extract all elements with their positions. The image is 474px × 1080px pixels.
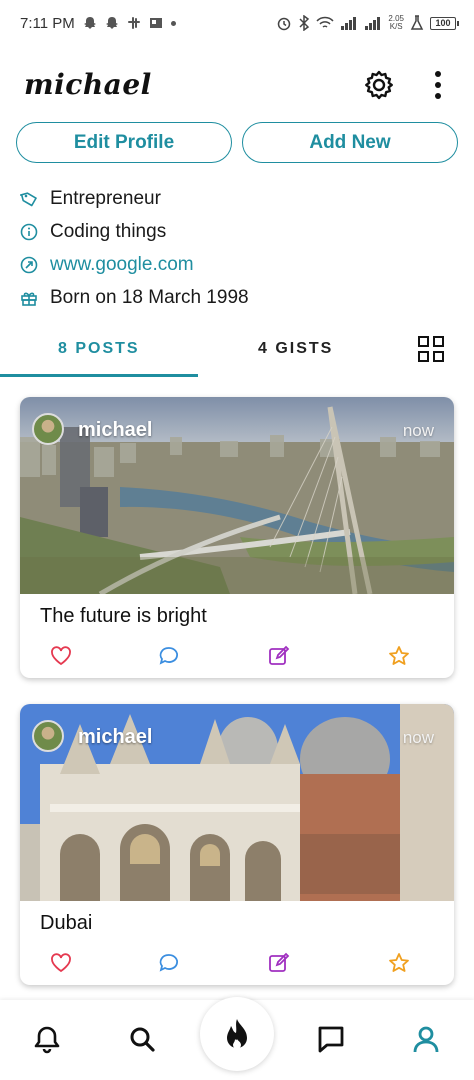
status-time: 7:11 PM — [20, 14, 75, 32]
post-actions — [20, 952, 454, 974]
status-bar: 7:11 PM 2.05 K/S 100 — [0, 0, 474, 46]
profile-icon[interactable] — [411, 1024, 441, 1054]
post-actions — [20, 645, 454, 667]
heart-icon[interactable] — [50, 952, 72, 974]
post-author[interactable]: michael — [78, 419, 152, 442]
signal-icon — [365, 17, 381, 30]
news-icon — [149, 18, 162, 28]
profile-header: michael — [0, 60, 474, 110]
edit-icon[interactable] — [268, 645, 290, 667]
flask-icon — [410, 15, 424, 30]
network-speed: 2.05 K/S — [388, 14, 404, 31]
post-time: now — [402, 728, 434, 747]
more-vert-icon[interactable] — [428, 68, 448, 102]
tag-icon — [20, 191, 37, 206]
star-icon[interactable] — [388, 645, 410, 667]
website-row[interactable]: www.google.com — [20, 248, 450, 281]
snapchat-icon — [105, 17, 118, 29]
search-icon[interactable] — [127, 1024, 157, 1054]
tab-gists[interactable]: 4 GISTS — [258, 340, 333, 358]
avatar[interactable] — [32, 413, 64, 445]
profile-username: michael — [24, 68, 152, 101]
battery-indicator: 100 — [430, 16, 459, 30]
profile-info: Entrepreneur Coding things www.google.co… — [20, 182, 450, 314]
heart-icon[interactable] — [50, 645, 72, 667]
link-icon — [20, 256, 38, 273]
alarm-icon — [278, 17, 291, 31]
gear-icon[interactable] — [362, 68, 396, 102]
status-dot — [170, 20, 176, 26]
avatar[interactable] — [32, 720, 64, 752]
grid-view-icon[interactable] — [418, 336, 444, 362]
bottom-navigation — [0, 997, 474, 1080]
comment-icon[interactable] — [158, 645, 180, 667]
tab-posts[interactable]: 8 POSTS — [58, 340, 140, 358]
post-caption: Dubai — [40, 912, 93, 934]
fire-icon — [227, 1019, 247, 1049]
post-image[interactable]: michael now — [20, 397, 454, 594]
post-time: now — [402, 421, 434, 440]
bio-row: Coding things — [20, 215, 450, 248]
post-author[interactable]: michael — [78, 726, 152, 749]
signal-icon — [341, 17, 357, 30]
bell-icon[interactable] — [32, 1024, 62, 1054]
post-card[interactable]: michael now Dubai — [20, 704, 454, 985]
content-tabs: 8 POSTS 4 GISTS — [0, 330, 474, 378]
star-icon[interactable] — [388, 952, 410, 974]
occupation-text: Entrepreneur — [50, 187, 161, 209]
birthday-row: Born on 18 March 1998 — [20, 281, 450, 314]
profile-actions: Edit Profile Add New — [16, 122, 458, 163]
post-image[interactable]: michael now — [20, 704, 454, 901]
wifi-icon — [316, 16, 334, 28]
active-tab-indicator — [0, 374, 198, 377]
edit-profile-button[interactable]: Edit Profile — [16, 122, 232, 163]
birthday-text: Born on 18 March 1998 — [50, 286, 249, 308]
slack-icon — [127, 17, 140, 29]
info-icon — [20, 223, 38, 240]
bio-text: Coding things — [50, 220, 167, 242]
add-new-button[interactable]: Add New — [242, 122, 458, 163]
post-caption: The future is bright — [40, 605, 207, 627]
post-card[interactable]: michael now The future is bright — [20, 397, 454, 678]
fire-button[interactable] — [200, 997, 274, 1071]
edit-icon[interactable] — [268, 952, 290, 974]
website-link[interactable]: www.google.com — [50, 254, 194, 276]
chat-icon[interactable] — [316, 1024, 346, 1054]
comment-icon[interactable] — [158, 952, 180, 974]
occupation-row: Entrepreneur — [20, 182, 450, 215]
bluetooth-icon — [299, 15, 310, 31]
gift-icon — [21, 292, 37, 306]
snapchat-icon — [83, 17, 96, 29]
